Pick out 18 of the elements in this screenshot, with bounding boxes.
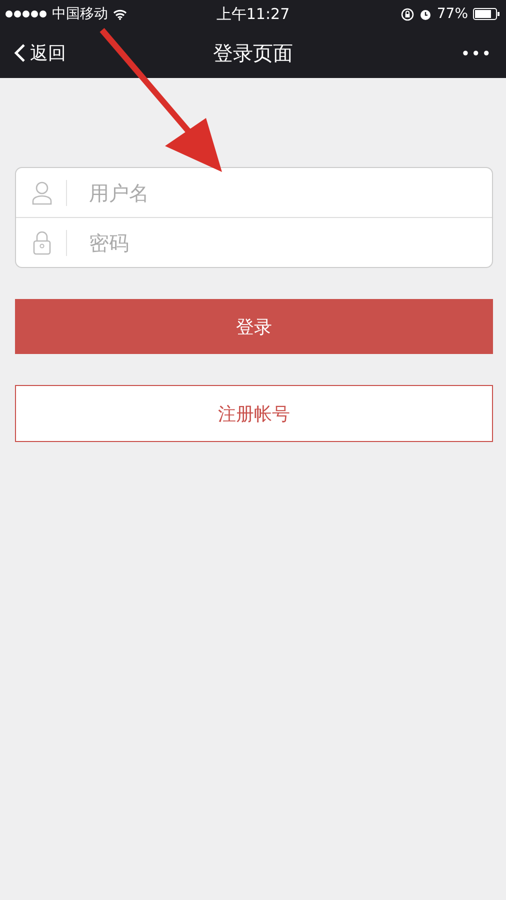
signal-icon	[5, 10, 47, 18]
input-field[interactable]: 密码	[87, 230, 492, 256]
login-button[interactable]: 登录	[15, 299, 493, 354]
chevron-left-icon	[14, 43, 26, 63]
status-time: 上午11:27	[216, 4, 290, 24]
battery-icon	[473, 8, 500, 20]
alarm-icon	[418, 8, 432, 20]
rotation-lock-icon	[400, 8, 414, 20]
more-button[interactable]: •••	[460, 44, 492, 62]
user-icon	[32, 180, 52, 204]
lock-icon	[32, 230, 52, 254]
back-button[interactable]: 返回	[14, 41, 66, 65]
carrier-name: 中国移动	[52, 5, 108, 23]
battery-percent: 77%	[436, 6, 468, 22]
page-title: 登录页面	[213, 40, 293, 66]
register-button[interactable]: 注册帐号	[15, 385, 493, 442]
wifi-icon	[113, 8, 127, 20]
input-field[interactable]: 用户名	[87, 180, 492, 206]
